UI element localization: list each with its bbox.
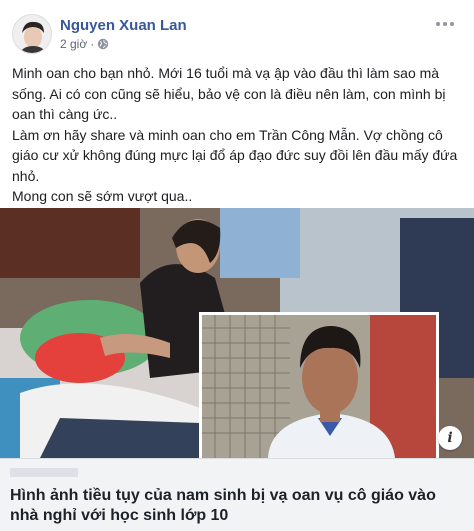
facebook-post: Nguyen Xuan Lan 2 giờ · Minh oan cho bạn… <box>0 0 474 531</box>
post-meta: 2 giờ · <box>60 37 109 51</box>
post-photo[interactable]: i <box>0 208 474 458</box>
post-paragraph: Mong con sẽ sớm vượt qua.. <box>12 188 193 204</box>
post-time[interactable]: 2 giờ <box>60 37 87 51</box>
link-domain-placeholder <box>10 468 78 477</box>
globe-icon <box>98 38 109 50</box>
link-title[interactable]: Hình ảnh tiều tụy của nam sinh bị vạ oan… <box>10 486 464 526</box>
meta-separator: · <box>90 37 95 51</box>
post-text: Minh oan cho bạn nhỏ. Mới 16 tuổi mà vạ … <box>12 63 460 207</box>
more-dots-icon[interactable] <box>432 14 458 34</box>
author-name[interactable]: Nguyen Xuan Lan <box>60 17 187 34</box>
link-preview[interactable]: Hình ảnh tiều tụy của nam sinh bị vạ oan… <box>0 458 474 531</box>
avatar-image <box>13 15 51 53</box>
info-icon[interactable]: i <box>438 426 462 450</box>
news-photo-collage <box>0 208 474 458</box>
post-paragraph: Minh oan cho bạn nhỏ. Mới 16 tuổi mà vạ … <box>12 65 446 122</box>
post-header: Nguyen Xuan Lan 2 giờ · <box>12 12 464 56</box>
author-avatar[interactable] <box>12 14 52 54</box>
post-paragraph: Làm ơn hãy share và minh oan cho em Trần… <box>12 126 458 184</box>
